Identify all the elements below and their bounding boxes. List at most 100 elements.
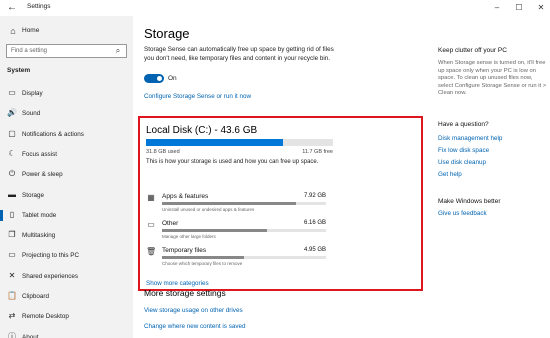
give-feedback-link[interactable]: Give us feedback	[438, 210, 487, 217]
show-more-categories-link[interactable]: Show more categories	[146, 280, 209, 287]
active-indicator	[0, 209, 3, 221]
more-storage-settings-title: More storage settings	[144, 288, 226, 298]
tip-title: Keep clutter off your PC	[438, 47, 507, 54]
question-title: Have a question?	[438, 121, 489, 128]
sidebar-item-label: Remote Desktop	[22, 313, 69, 321]
sidebar-item-label: Power & sleep	[22, 171, 63, 179]
category-name: Other	[162, 220, 179, 227]
other-folder-icon: ▭	[147, 220, 155, 229]
storage-sense-description: Storage Sense can automatically free up …	[144, 46, 334, 62]
disk-usage-bar	[146, 139, 333, 146]
power-icon: ⏻	[8, 169, 16, 179]
sidebar-home-label: Home	[22, 27, 40, 34]
sidebar-item-multitasking[interactable]: ❐ Multitasking	[0, 227, 133, 244]
make-windows-better-title: Make Windows better	[438, 198, 501, 205]
category-subtitle: Choose which temporary files to remove	[162, 261, 243, 266]
configure-storage-sense-link[interactable]: Configure Storage Sense or run it now	[144, 93, 251, 100]
sidebar-item-projecting-to-this-pc[interactable]: ▭ Projecting to this PC	[0, 247, 133, 264]
main-content: Storage Storage Sense can automatically …	[133, 16, 423, 338]
sidebar-item-power-sleep[interactable]: ⏻ Power & sleep	[0, 166, 133, 183]
disk-title: Local Disk (C:) - 43.6 GB	[146, 125, 258, 136]
storage-category-other[interactable]: ▭ Other 6.16 GB Manage other large folders	[146, 219, 333, 245]
category-size: 6.16 GB	[303, 220, 326, 226]
focus-assist-icon: ☾	[8, 148, 16, 158]
get-help-link[interactable]: Get help	[438, 171, 462, 178]
notifications-icon: ▢	[8, 128, 16, 138]
disk-used-label: 31.8 GB used	[146, 149, 180, 155]
sidebar-item-label: About	[22, 333, 39, 338]
use-disk-cleanup-link[interactable]: Use disk cleanup	[438, 159, 486, 166]
clipboard-icon: 📋	[7, 291, 17, 300]
sidebar-item-label: Notifications & actions	[22, 130, 84, 138]
sidebar-item-label: Multitasking	[22, 232, 56, 240]
page-title: Storage	[144, 26, 190, 41]
display-icon: ▭	[8, 88, 16, 97]
sidebar-home[interactable]: ⌂ Home	[0, 24, 133, 40]
disk-management-help-link[interactable]: Disk management help	[438, 135, 502, 142]
storage-category-apps-features[interactable]: ▦ Apps & features 7.92 GB Uninstall unused …	[146, 192, 333, 218]
category-usage-fill	[162, 202, 297, 205]
trash-icon: 🗑	[146, 247, 157, 256]
category-usage-bar	[162, 256, 326, 259]
category-usage-bar	[162, 229, 326, 232]
change-new-content-location-link[interactable]: Change where new content is saved	[144, 323, 246, 330]
storage-category-temporary-files[interactable]: 🗑 Temporary files 4.95 GB Choose which temp…	[146, 246, 333, 272]
sidebar-item-sound[interactable]: 🔊 Sound	[0, 105, 133, 122]
disk-description: This is how your storage is used and how…	[146, 159, 319, 165]
projecting-icon: ▭	[8, 250, 16, 260]
sidebar-item-tablet-mode[interactable]: ▯ Tablet mode	[0, 207, 133, 224]
close-button[interactable]: ✕	[530, 0, 550, 15]
search-placeholder: Find a setting	[11, 48, 48, 54]
sidebar-item-shared-experiences[interactable]: ✕ Shared experiences	[0, 268, 133, 285]
storage-icon: ▬	[8, 189, 16, 199]
sound-icon: 🔊	[7, 108, 17, 118]
local-disk-panel: Local Disk (C:) - 43.6 GB 31.8 GB used 1…	[138, 116, 423, 291]
category-usage-fill	[162, 256, 244, 259]
view-storage-other-drives-link[interactable]: View storage usage on other drives	[144, 307, 243, 314]
category-usage-fill	[162, 229, 267, 232]
sidebar-item-label: Sound	[22, 110, 41, 118]
sidebar-item-notifications-actions[interactable]: ▢ Notifications & actions	[0, 126, 133, 143]
sidebar-item-clipboard[interactable]: 📋 Clipboard	[0, 288, 133, 305]
maximize-button[interactable]: ☐	[508, 0, 530, 15]
minimize-button[interactable]: –	[486, 0, 508, 15]
sidebar-item-focus-assist[interactable]: ☾ Focus assist	[0, 146, 133, 163]
sidebar-item-label: Shared experiences	[22, 272, 79, 280]
sidebar-item-label: Clipboard	[22, 293, 49, 300]
about-icon: ⓘ	[8, 331, 16, 338]
category-size: 7.92 GB	[303, 193, 326, 199]
tip-text: When Storage sense is turned on, it'll f…	[438, 60, 547, 96]
disk-usage-fill	[146, 139, 283, 146]
shared-experiences-icon: ✕	[8, 270, 16, 280]
disk-free-label: 11.7 GB free	[302, 149, 333, 155]
category-name: Temporary files	[162, 247, 207, 254]
sidebar-item-display[interactable]: ▭ Display	[0, 85, 133, 102]
title-bar: ← Settings – ☐ ✕	[0, 0, 550, 16]
fix-low-disk-space-link[interactable]: Fix low disk space	[438, 147, 489, 154]
search-input[interactable]: Find a setting ⌕	[6, 44, 127, 58]
sidebar-item-label: Focus assist	[22, 150, 57, 158]
sidebar-item-storage[interactable]: ▬ Storage	[0, 187, 133, 204]
home-icon: ⌂	[10, 26, 16, 36]
category-name: Apps & features	[162, 193, 209, 200]
apps-features-icon: ▦	[147, 193, 155, 202]
sidebar-item-label: Projecting to this PC	[22, 252, 80, 260]
sidebar-section-title: System	[7, 67, 31, 74]
sidebar-item-about[interactable]: ⓘ About	[0, 329, 133, 338]
category-usage-bar	[162, 202, 326, 205]
toggle-state-label: On	[168, 75, 177, 82]
category-subtitle: Uninstall unused or undesired apps & fea…	[162, 207, 255, 212]
remote-desktop-icon: ⇄	[8, 311, 16, 321]
storage-sense-toggle[interactable]	[144, 74, 164, 83]
back-arrow-icon[interactable]: ←	[6, 1, 18, 14]
multitasking-icon: ❐	[8, 230, 16, 240]
search-icon: ⌕	[115, 46, 121, 55]
sidebar: ⌂ Home Find a setting ⌕ System ▭ Display 🔊…	[0, 16, 133, 338]
category-subtitle: Manage other large folders	[162, 234, 216, 239]
sidebar-item-label: Tablet mode	[22, 211, 57, 219]
category-size: 4.95 GB	[303, 247, 326, 253]
sidebar-item-label: Display	[22, 90, 43, 97]
sidebar-item-remote-desktop[interactable]: ⇄ Remote Desktop	[0, 308, 133, 325]
window-title: Settings	[27, 3, 51, 10]
right-panel: Keep clutter off your PC When Storage se…	[423, 16, 550, 338]
